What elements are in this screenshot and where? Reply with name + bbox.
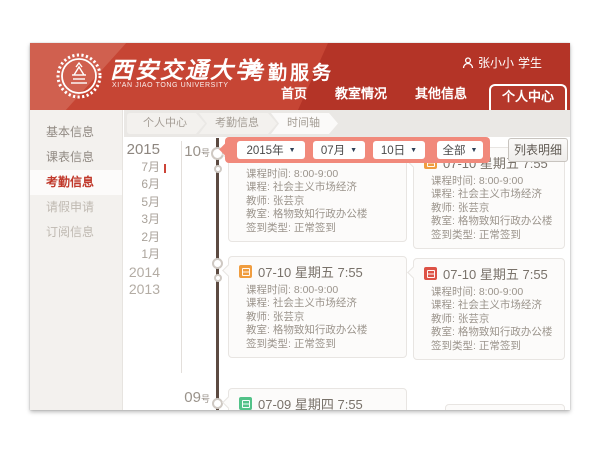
timeline-nav-june[interactable]: 6月 (120, 176, 160, 194)
breadcrumb: 个人中心 考勤信息 时间轴 (124, 110, 570, 137)
timeline-year-month-nav: 2015 7月 6月 5月 3月 2月 1月 2014 2013 (120, 141, 160, 299)
sidebar-item-subscription-info[interactable]: 订阅信息 (30, 220, 122, 245)
timeline-nav-march[interactable]: 3月 (120, 211, 160, 229)
sidebar: 基本信息 课表信息 考勤信息 请假申请 订阅信息 (30, 110, 123, 410)
user-info[interactable]: 张小小 学生 (462, 54, 542, 71)
year-dropdown[interactable]: 2015年 ▼ (237, 141, 305, 159)
university-name-en: XI'AN JIAO TONG UNIVERSITY (112, 82, 229, 89)
attendance-card: 07-10 星期五 7:55 课程时间: 8:00-9:00 课程: 社会主义市… (413, 258, 565, 360)
card-date-title: 07-09 星期四 7:55 (258, 394, 363, 410)
attendance-card: 07-10 星期五 7:55 课程时间: 8:00-9:00 课程: 社会主义市… (228, 256, 407, 358)
card-date-title: 07-10 星期五 7:55 (258, 262, 363, 281)
attendance-card: 07-09 星期四 7:55 (228, 388, 407, 410)
nav-separator-line (181, 141, 182, 373)
card-course-time: 课程时间: 8:00-9:00 (229, 168, 406, 181)
day-dropdown[interactable]: 10日 ▼ (373, 141, 425, 159)
sidebar-item-basic-info[interactable]: 基本信息 (30, 120, 122, 145)
timeline-node-medium (212, 258, 223, 269)
card-checkin-type: 签到类型: 正常签到 (229, 222, 406, 235)
card-teacher: 教师: 张芸京 (229, 311, 406, 324)
user-icon (462, 57, 474, 69)
card-teacher: 教师: 张芸京 (414, 313, 564, 326)
day-suffix: 号 (201, 148, 210, 158)
timeline-nav-july-label: 7月 (141, 160, 160, 174)
card-classroom: 教室: 格物致知行政办公楼 (229, 324, 406, 337)
nav-other-info[interactable]: 其他信息 (401, 83, 481, 110)
chevron-down-icon: ▼ (350, 147, 357, 154)
sidebar-item-leave-request[interactable]: 请假申请 (30, 195, 122, 220)
main-nav: 首页 教室情况 其他信息 个人中心 (267, 83, 567, 110)
timeline-nav-2015[interactable]: 2015 (120, 141, 160, 159)
month-dropdown-value: 07月 (321, 142, 345, 158)
timeline-node-medium (212, 398, 223, 409)
checkin-status-icon (424, 267, 437, 280)
nav-personal-center-active-tab[interactable]: 个人中心 (489, 84, 567, 110)
app-header: 西安交通大学 XI'AN JIAO TONG UNIVERSITY 考勤服务 张… (30, 43, 570, 110)
timeline-nav-may[interactable]: 5月 (120, 194, 160, 212)
university-logo-icon (56, 53, 102, 99)
checkin-status-icon (239, 397, 252, 410)
sidebar-item-attendance-info[interactable]: 考勤信息 (30, 170, 122, 195)
card-classroom: 教室: 格物致知行政办公楼 (229, 208, 406, 221)
day-number: 10 (184, 143, 201, 160)
card-checkin-type: 签到类型: 正常签到 (229, 338, 406, 351)
card-teacher: 教师: 张芸京 (229, 195, 406, 208)
list-detail-button[interactable]: 列表明细 (508, 138, 568, 162)
timeline-day-label-10: 10号 (176, 143, 210, 161)
chevron-down-icon: ▼ (410, 147, 417, 154)
user-name: 张小小 (478, 54, 514, 71)
card-checkin-type: 签到类型: 正常签到 (414, 229, 564, 242)
app-window: 西安交通大学 XI'AN JIAO TONG UNIVERSITY 考勤服务 张… (30, 43, 570, 410)
nav-home[interactable]: 首页 (267, 83, 321, 110)
breadcrumb-attendance-info[interactable]: 考勤信息 (199, 113, 277, 134)
card-course: 课程: 社会主义市场经济 (229, 181, 406, 194)
attendance-card-stub (445, 404, 565, 410)
card-classroom: 教室: 格物致知行政办公楼 (414, 326, 564, 339)
date-filter-bar: 2015年 ▼ 07月 ▼ 10日 ▼ 全部 ▼ (225, 137, 490, 163)
year-dropdown-value: 2015年 (246, 142, 283, 158)
checkin-status-icon (239, 265, 252, 278)
breadcrumb-timeline[interactable]: 时间轴 (271, 113, 338, 134)
timeline-nav-2014[interactable]: 2014 (120, 264, 160, 282)
timeline-node-small (214, 165, 222, 173)
card-course: 课程: 社会主义市场经济 (414, 299, 564, 312)
nav-classrooms[interactable]: 教室情况 (321, 83, 401, 110)
timeline-day-label-09: 09号 (176, 389, 210, 407)
day-number: 09 (184, 389, 201, 406)
card-header: 07-10 星期五 7:55 (229, 257, 406, 284)
timeline-node-small (214, 274, 222, 282)
timeline-nav-january[interactable]: 1月 (120, 246, 160, 264)
breadcrumb-personal-center[interactable]: 个人中心 (127, 113, 205, 134)
card-header: 07-10 星期五 7:55 (414, 259, 564, 286)
card-teacher: 教师: 张芸京 (414, 202, 564, 215)
chevron-down-icon: ▼ (289, 147, 296, 154)
timeline-nav-2013[interactable]: 2013 (120, 281, 160, 299)
card-checkin-type: 签到类型: 正常签到 (414, 340, 564, 353)
chevron-down-icon: ▼ (471, 147, 478, 154)
content-area: 基本信息 课表信息 考勤信息 请假申请 订阅信息 个人中心 考勤信息 时间轴 2… (30, 110, 570, 410)
card-course-time: 课程时间: 8:00-9:00 (414, 286, 564, 299)
active-month-marker (164, 164, 166, 173)
card-course: 课程: 社会主义市场经济 (414, 188, 564, 201)
card-course-time: 课程时间: 8:00-9:00 (414, 175, 564, 188)
screenshot-canvas: 西安交通大学 XI'AN JIAO TONG UNIVERSITY 考勤服务 张… (0, 0, 600, 450)
type-dropdown[interactable]: 全部 ▼ (437, 141, 483, 159)
card-classroom: 教室: 格物致知行政办公楼 (414, 215, 564, 228)
type-dropdown-value: 全部 (443, 142, 466, 158)
card-course-time: 课程时间: 8:00-9:00 (229, 284, 406, 297)
day-suffix: 号 (201, 394, 210, 404)
sidebar-item-timetable-info[interactable]: 课表信息 (30, 145, 122, 170)
timeline-nav-july-active[interactable]: 7月 (120, 159, 160, 177)
timeline-nav-february[interactable]: 2月 (120, 229, 160, 247)
month-dropdown[interactable]: 07月 ▼ (313, 141, 365, 159)
card-date-title: 07-10 星期五 7:55 (443, 264, 548, 283)
university-name-cn: 西安交通大学 (110, 51, 260, 85)
day-dropdown-value: 10日 (381, 142, 405, 158)
card-course: 课程: 社会主义市场经济 (229, 297, 406, 310)
user-role: 学生 (518, 54, 542, 71)
card-header: 07-09 星期四 7:55 (229, 389, 406, 410)
app-title: 考勤服务 (246, 58, 334, 85)
